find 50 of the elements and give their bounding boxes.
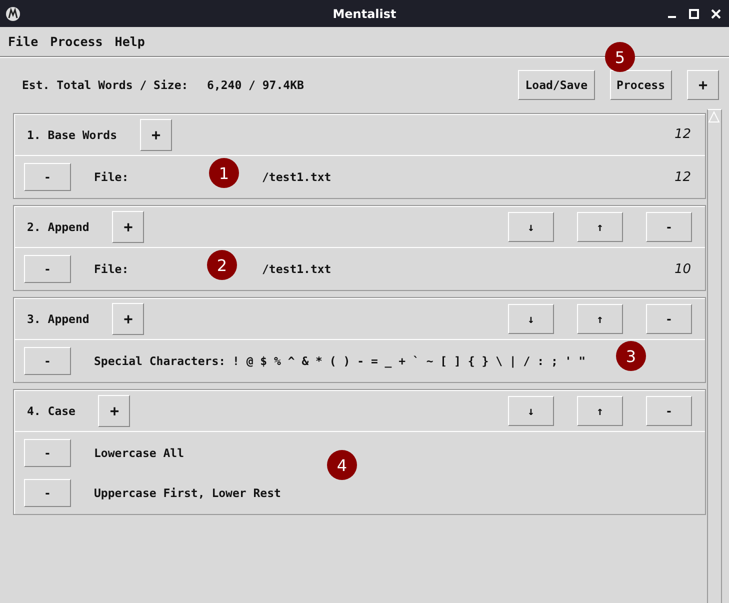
- menu-item[interactable]: File: [8, 34, 38, 49]
- word-count: 12: [674, 170, 691, 184]
- section-title: 1. Base Words: [27, 128, 118, 142]
- remove-button[interactable]: -: [24, 439, 71, 467]
- control-button[interactable]: -: [646, 396, 692, 426]
- section-title: 4. Case: [27, 404, 76, 418]
- summary-value: 6,240 / 97.4KB: [207, 78, 304, 92]
- annotation-marker: 5: [605, 42, 635, 72]
- app-icon: [5, 6, 21, 22]
- control-button[interactable]: -: [646, 212, 692, 242]
- toolbar-button[interactable]: Process: [610, 70, 672, 100]
- control-button[interactable]: ↑: [577, 396, 623, 426]
- annotation-marker: 3: [616, 341, 646, 371]
- file-path: /test1.txt: [262, 262, 332, 276]
- annotation-marker: 2: [207, 250, 237, 280]
- add-button[interactable]: +: [140, 118, 172, 150]
- toolbar-button[interactable]: +: [687, 70, 719, 100]
- annotation-marker: 1: [209, 158, 239, 188]
- close-icon[interactable]: [711, 8, 721, 18]
- menu-item[interactable]: Help: [114, 34, 145, 49]
- remove-button[interactable]: -: [24, 479, 71, 507]
- control-button[interactable]: ↓: [508, 212, 554, 242]
- word-count: 12: [674, 127, 691, 142]
- control-button[interactable]: ↓: [508, 304, 554, 334]
- add-button[interactable]: +: [98, 394, 130, 426]
- rule-label: Lowercase All: [94, 446, 184, 460]
- control-button[interactable]: -: [646, 304, 692, 334]
- remove-button[interactable]: -: [24, 163, 71, 191]
- file-path: /test1.txt: [262, 170, 332, 184]
- rule-label: Uppercase First, Lower Rest: [94, 486, 281, 500]
- add-button[interactable]: +: [112, 210, 144, 242]
- section-title: 3. Append: [27, 312, 90, 326]
- toolbar-button[interactable]: Load/Save: [518, 70, 595, 100]
- add-button[interactable]: +: [112, 302, 144, 334]
- rule-label: Special Characters: ! @ $ % ^ & * ( ) - = _ + ` ~ [ ] { } \ | / : ; ' ": [94, 354, 586, 368]
- control-button[interactable]: ↑: [577, 212, 623, 242]
- control-button[interactable]: ↑: [577, 304, 623, 334]
- control-button[interactable]: ↓: [508, 396, 554, 426]
- window-title: Mentalist: [332, 6, 398, 20]
- summary-label: Est. Total Words / Size:: [22, 78, 190, 92]
- word-count: 10: [674, 262, 691, 276]
- scrollbar[interactable]: [707, 109, 722, 603]
- rule-label: File:: [94, 170, 129, 184]
- section-title: 2. Append: [27, 220, 90, 234]
- maximize-icon[interactable]: [689, 8, 699, 18]
- menu-item[interactable]: Process: [50, 34, 103, 49]
- annotation-marker: 4: [327, 450, 357, 480]
- rule-label: File:: [94, 262, 129, 276]
- remove-button[interactable]: -: [24, 347, 71, 375]
- remove-button[interactable]: -: [24, 255, 71, 283]
